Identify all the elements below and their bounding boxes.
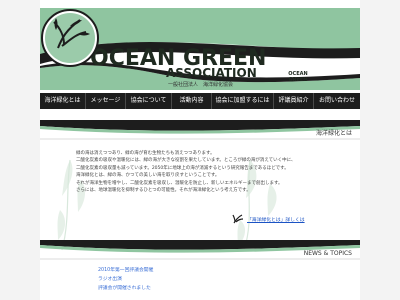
news-item[interactable]: ラジオ出演 — [98, 275, 338, 284]
more-about-link[interactable]: 「海洋緑化とは」詳しくは — [247, 216, 305, 223]
logo-text: OCEAN GREEN — [268, 71, 328, 83]
section-content: 緑の海は消えつつあり、緑の海が育む生物たちも消えつつあります。 二酸化炭素の吸収… — [76, 150, 336, 194]
section-title: 海洋緑化とは — [315, 130, 352, 137]
site-header: OCEAN GREEN ASSOCIATION 一般社団法人 海洋緑化協会 OC… — [40, 8, 360, 90]
nav-item-about[interactable]: 協会について — [126, 93, 172, 109]
news-header-band: NEWS & TOPICS — [40, 240, 360, 260]
news-item[interactable]: 2010年第一回評議会開催 — [98, 266, 338, 275]
section-wave-graphic — [40, 120, 360, 140]
nav-item-councilors[interactable]: 評議員紹介 — [274, 93, 314, 109]
main-nav: 海洋緑化とは メッセージ 協会について 活動内容 協会に加盟するには 評議員紹介… — [40, 93, 360, 109]
left-margin — [0, 0, 41, 300]
content-paragraph: さらには、地球温暖化を抑制するひとつの可能性。それが海洋緑化という考え方です。 — [76, 188, 251, 194]
logo-text-line2: GREEN — [288, 77, 308, 83]
logo-seaweed-icon[interactable] — [40, 8, 100, 68]
section-header-band: 海洋緑化とは — [40, 120, 360, 140]
seaweed-bullet-icon — [232, 214, 244, 224]
nav-item-activities[interactable]: 活動内容 — [172, 93, 212, 109]
content-paragraph: 二酸化炭素の吸収量も減っています。2050年に地球上の海が消滅するという研究報告… — [76, 165, 289, 171]
nav-item-join[interactable]: 協会に加盟するには — [212, 93, 274, 109]
news-item[interactable]: 評議会が開催されました — [98, 284, 338, 293]
right-margin — [359, 0, 400, 300]
nav-item-contact[interactable]: お問い合わせ — [314, 93, 360, 109]
more-link-row: 「海洋緑化とは」詳しくは — [232, 214, 305, 224]
site-japanese-name: 一般社団法人 海洋緑化協会 — [168, 82, 234, 88]
news-title: NEWS & TOPICS — [303, 250, 352, 257]
content-paragraph: 二酸化炭素の吸収や温暖化には、緑の海が大きな役割を果たしています。ところが緑の海… — [76, 158, 296, 164]
nav-item-ocean-greening[interactable]: 海洋緑化とは — [40, 93, 86, 109]
nav-item-message[interactable]: メッセージ — [86, 93, 126, 109]
news-list: 2010年第一回評議会開催 ラジオ出演 評議会が開催されました — [98, 266, 338, 293]
content-paragraph: それが海洋生物を増やし、二酸化炭素を吸収し、温暖化を防止し、新しいエネルギーまで… — [76, 180, 283, 186]
content-paragraph: 緑の海は消えつつあり、緑の海が育む生物たちも消えつつあります。 — [76, 151, 215, 156]
page-container: OCEAN GREEN ASSOCIATION 一般社団法人 海洋緑化協会 OC… — [40, 0, 360, 300]
site-subtitle: ASSOCIATION — [166, 66, 257, 80]
content-paragraph: 海洋緑化とは、緑の海、かつての美しい海を取り戻すということです。 — [76, 173, 220, 179]
